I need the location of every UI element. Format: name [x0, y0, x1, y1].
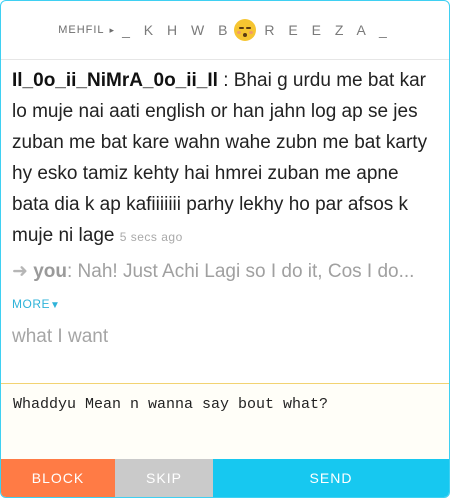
peer-name-right: R E E Z A _ [264, 22, 392, 38]
action-bar: BLOCK SKIP SEND [1, 459, 449, 497]
outgoing-text: Nah! Just Achi Lagi so I do it, Cos I do… [77, 261, 415, 282]
more-link[interactable]: MORE▼ [12, 297, 60, 311]
sender-name[interactable]: Il_0o_ii_NiMrA_0o_ii_Il [12, 70, 218, 91]
message-input[interactable]: Whaddyu Mean n wanna say bout what? [13, 394, 433, 450]
send-button[interactable]: SEND [213, 459, 449, 497]
flushed-face-icon [234, 19, 257, 41]
room-label: MEHFIL [58, 24, 105, 36]
peer-name-left: _ K H W B [122, 22, 233, 38]
skip-button[interactable]: SKIP [115, 459, 213, 497]
compose-area: Whaddyu Mean n wanna say bout what? [1, 383, 449, 460]
outgoing-continuation: what I want [12, 326, 109, 347]
you-separator: : [66, 261, 78, 282]
message-timestamp: 5 secs ago [119, 230, 183, 244]
chat-header: MEHFIL ▸ _ K H W B R E E Z A _ [1, 1, 449, 60]
chat-window: MEHFIL ▸ _ K H W B R E E Z A _ Il_0o_ii_… [0, 0, 450, 498]
sender-separator: : [217, 70, 234, 91]
you-label: you [33, 261, 67, 282]
message-list: Il_0o_ii_NiMrA_0o_ii_Il : Bhai g urdu me… [12, 65, 440, 352]
caret-down-icon: ▼ [50, 300, 61, 311]
reply-arrow-icon: ➜ [12, 261, 28, 282]
message-text: Bhai g urdu me bat kar lo muje nai aati … [12, 70, 428, 246]
arrow-right-icon: ▸ [109, 24, 115, 35]
incoming-message: Il_0o_ii_NiMrA_0o_ii_Il : Bhai g urdu me… [12, 65, 440, 253]
more-label: MORE [12, 297, 50, 311]
block-button[interactable]: BLOCK [1, 459, 115, 497]
outgoing-message: ➜ you: Nah! Just Achi Lagi so I do it, C… [12, 256, 440, 352]
